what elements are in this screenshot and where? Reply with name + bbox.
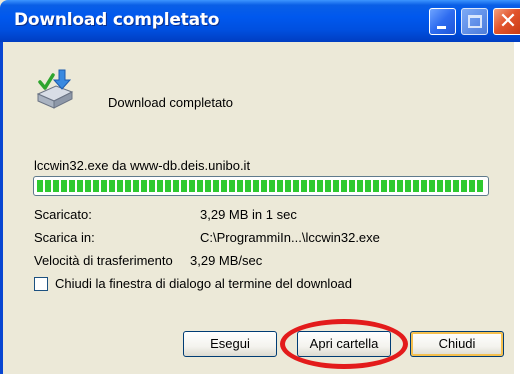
close-on-complete-checkbox[interactable] [34,277,48,291]
progress-fill [37,180,485,192]
file-source-text: lccwin32.exe da www-db.deis.unibo.it [34,158,251,173]
close-window-button[interactable]: ✕ [493,8,520,35]
highlight-annotation [280,319,408,369]
downloaded-label: Scaricato: [34,207,92,222]
download-dialog: Download completato ✕ Download completat… [0,0,520,374]
destination-value: C:\ProgrammiIn...\lccwin32.exe [200,230,380,245]
window-title: Download completato [14,10,220,30]
close-on-complete-label[interactable]: Chiudi la finestra di dialogo al termine… [55,276,352,291]
maximize-button[interactable] [461,8,488,35]
minimize-icon [437,26,446,29]
speed-label: Velocità di trasferimento [34,253,173,268]
download-progress-bar [33,176,489,196]
destination-label: Scarica in: [34,230,95,245]
downloaded-value: 3,29 MB in 1 sec [200,207,297,222]
close-icon: ✕ [498,9,518,34]
close-button[interactable]: Chiudi [410,331,504,357]
maximize-icon [468,15,482,28]
detail-row-downloaded: Scaricato: 3,29 MB in 1 sec [34,207,297,222]
completion-message: Download completato [108,95,234,110]
download-complete-icon [36,69,74,109]
speed-value: 3,29 MB/sec [190,253,263,268]
window-frame [0,42,3,374]
title-bar[interactable]: Download completato ✕ [0,0,520,42]
detail-row-speed: Velocità di trasferimento 3,29 MB/sec [34,253,262,268]
minimize-button[interactable] [429,8,456,35]
run-button[interactable]: Esegui [183,331,277,357]
window-frame-edge [514,42,520,374]
detail-row-destination: Scarica in: C:\ProgrammiIn...\lccwin32.e… [34,230,380,245]
